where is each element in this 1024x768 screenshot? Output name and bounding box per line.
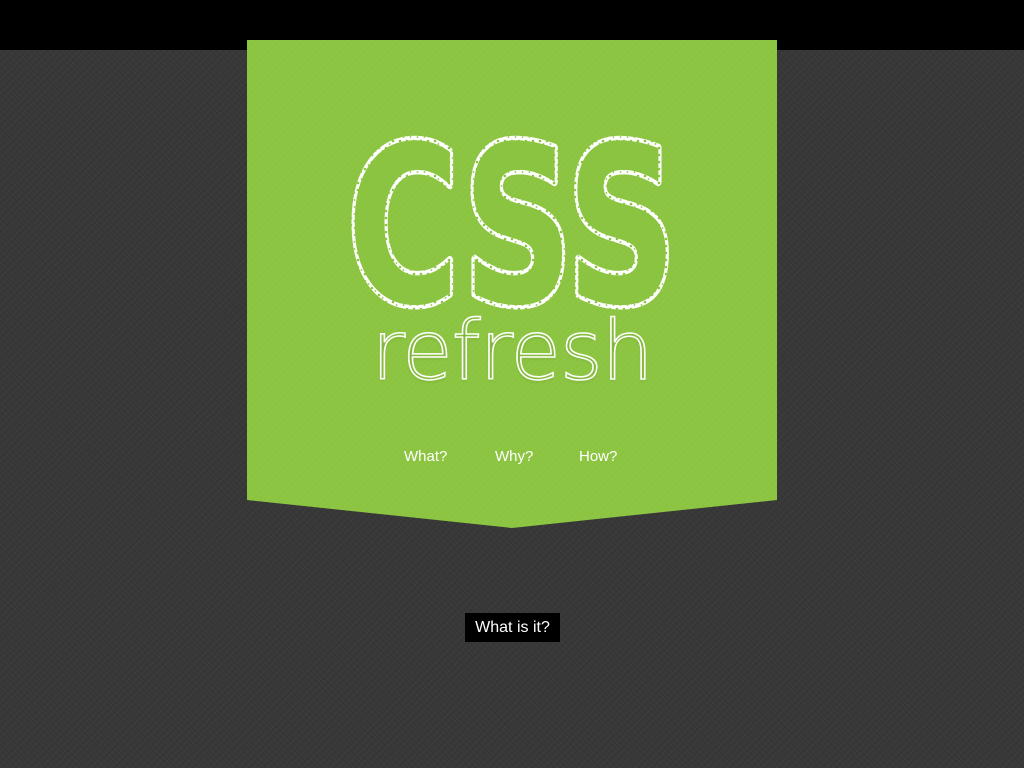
- logo-css: CSS CSS: [247, 132, 777, 312]
- logo-css-text-texture: CSS: [347, 132, 677, 312]
- nav-link-what[interactable]: What?: [404, 448, 447, 465]
- logo-refresh-text: refresh: [371, 303, 655, 400]
- nav-link-how[interactable]: How?: [579, 448, 617, 465]
- logo-css-graphic: CSS CSS: [343, 132, 682, 312]
- nav-link-why[interactable]: Why?: [495, 448, 533, 465]
- main-nav: What? Why? How?: [247, 448, 777, 468]
- header-banner: CSS CSS refresh What? Why? How?: [247, 40, 777, 528]
- what-is-it-button[interactable]: What is it?: [465, 613, 560, 642]
